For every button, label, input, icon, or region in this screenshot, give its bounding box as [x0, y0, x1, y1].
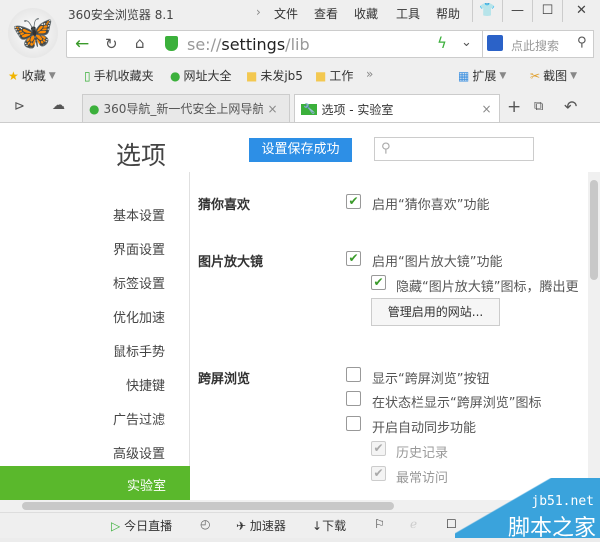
bookmark-folder-jb5[interactable]: ■ 未发jb5: [246, 67, 303, 84]
tab-360-nav[interactable]: ● 360导航_新一代安全上网导航 ×: [82, 94, 290, 122]
phone-icon: ▯: [84, 68, 91, 83]
minimize-button[interactable]: —: [502, 0, 532, 22]
section-cross-screen-title: 跨屏浏览: [198, 372, 251, 387]
sync-history-checkbox: ✔: [371, 441, 386, 456]
play-icon: ▷: [111, 519, 121, 533]
sidebar-item-optimize[interactable]: 优化加速: [113, 307, 165, 326]
section-guess-title: 猜你喜欢: [198, 198, 251, 213]
skin-icon[interactable]: 👕: [472, 0, 502, 22]
nav360-icon: ●: [89, 101, 100, 116]
bookmark-favorites[interactable]: ★ 收藏 ▼: [8, 67, 56, 84]
page-title: 选项: [116, 141, 167, 170]
cloud-icon[interactable]: ☁: [52, 98, 65, 113]
magnifier-enable-checkbox[interactable]: ✔: [346, 251, 361, 266]
sidebar-item-mouse-gestures[interactable]: 鼠标手势: [113, 341, 165, 360]
maximize-button[interactable]: ☐: [532, 0, 562, 22]
baidu-icon[interactable]: [487, 35, 503, 51]
guess-enable-checkbox[interactable]: ✔: [346, 194, 361, 209]
download-icon: ↓: [312, 519, 323, 533]
screenshot-button[interactable]: ✂ 截图 ▼: [530, 67, 577, 84]
sync-most-visited-label: 最常访问: [396, 471, 449, 486]
watermark: jb51.net 脚本之家: [455, 478, 600, 541]
sidebar-item-basic[interactable]: 基本设置: [113, 205, 165, 224]
back-icon[interactable]: ←: [75, 34, 89, 54]
magnifier-enable-label: 启用“图片放大镜”功能: [372, 255, 503, 270]
undo-close-icon[interactable]: ↶: [564, 97, 577, 116]
sidebar-item-interface[interactable]: 界面设置: [113, 239, 165, 258]
bookmarks-more[interactable]: »: [366, 67, 373, 81]
extensions-button[interactable]: ▦ 扩展 ▼: [458, 67, 506, 84]
sync-most-visited-checkbox: ✔: [371, 466, 386, 481]
menu-favorites[interactable]: 收藏: [354, 5, 378, 22]
browser-logo: 🦋: [8, 8, 58, 58]
cross-statusbar-label: 在状态栏显示“跨屏浏览”图标: [372, 396, 542, 411]
save-status-button[interactable]: 设置保存成功: [249, 138, 352, 162]
tab-settings-lab[interactable]: 🔧 选项 - 实验室 ×: [294, 94, 500, 123]
star-icon: ★: [8, 68, 19, 83]
scrollbar-thumb[interactable]: [22, 502, 394, 510]
tab-close-icon[interactable]: ×: [481, 102, 491, 116]
menu-expand-icon[interactable]: ›: [256, 5, 261, 19]
magnifier-hide-icon-label: 隐藏“图片放大镜”图标，腾出更: [396, 280, 579, 295]
cross-show-button-checkbox[interactable]: [346, 367, 361, 382]
search-icon: ⚲: [381, 141, 391, 156]
settings-search-input[interactable]: ⚲: [374, 137, 534, 161]
folder-icon: ■: [315, 68, 327, 83]
rocket-icon: ✈: [236, 519, 247, 533]
search-placeholder: 点此搜索: [511, 39, 560, 53]
sidebar-item-tabs[interactable]: 标签设置: [113, 273, 165, 292]
cross-statusbar-checkbox[interactable]: [346, 391, 361, 406]
sync-history-label: 历史记录: [396, 446, 449, 461]
manage-sites-button[interactable]: 管理启用的网站...: [371, 298, 500, 326]
bookmark-folder-work[interactable]: ■ 工作: [315, 67, 353, 84]
magnifier-hide-icon-checkbox[interactable]: ✔: [371, 275, 386, 290]
menu-file[interactable]: 文件: [274, 5, 298, 22]
speed-mode-icon[interactable]: ϟ: [437, 34, 447, 52]
security-shield-icon: [165, 36, 178, 51]
nav360-icon: ●: [170, 68, 181, 83]
sidebar-item-advanced[interactable]: 高级设置: [113, 443, 165, 462]
close-button[interactable]: ✕: [562, 0, 600, 22]
vertical-scrollbar[interactable]: [588, 172, 600, 500]
home-icon[interactable]: ⌂: [135, 34, 145, 52]
flag-icon[interactable]: ⚐: [374, 517, 385, 531]
auto-sync-checkbox[interactable]: [346, 416, 361, 431]
sidebar-item-adblock[interactable]: 广告过滤: [113, 409, 165, 428]
sidebar-item-shortcuts[interactable]: 快捷键: [126, 375, 165, 394]
sidebar-toggle-icon[interactable]: ⊳: [14, 99, 25, 114]
ie-icon[interactable]: ℯ: [410, 517, 417, 531]
auto-sync-label: 开启自动同步功能: [372, 421, 477, 436]
live-button[interactable]: ▷ 今日直播: [111, 517, 172, 534]
url-text[interactable]: se://settings/lib: [187, 35, 310, 54]
menu-view[interactable]: 查看: [314, 5, 338, 22]
scrollbar-thumb[interactable]: [590, 180, 598, 280]
dropdown-icon[interactable]: ⌄: [461, 35, 472, 50]
tab-list-icon[interactable]: ⧉: [534, 99, 543, 114]
folder-icon: ■: [246, 68, 258, 83]
cross-show-button-label: 显示“跨屏浏览”按钮: [372, 372, 490, 387]
section-magnifier-title: 图片放大镜: [198, 255, 264, 270]
search-icon[interactable]: ⚲: [577, 35, 587, 50]
scissors-icon: ✂: [530, 68, 541, 83]
download-button[interactable]: ↓下载: [312, 517, 346, 534]
sidebar-item-lab[interactable]: 实验室: [0, 466, 190, 500]
bookmark-navigation[interactable]: ● 网址大全: [170, 67, 232, 84]
extensions-icon: ▦: [458, 68, 470, 83]
menu-tools[interactable]: 工具: [396, 5, 420, 22]
speed-icon[interactable]: ◴: [200, 517, 210, 531]
tab-close-icon[interactable]: ×: [267, 102, 277, 116]
address-bar[interactable]: ← ↻ ⌂ se://settings/lib ϟ ⌄: [66, 30, 514, 58]
accelerator-button[interactable]: ✈ 加速器: [236, 517, 286, 534]
settings-sidebar: 基本设置 界面设置 标签设置 优化加速 鼠标手势 快捷键 广告过滤 高级设置 实…: [0, 172, 190, 500]
guess-enable-label: 启用“猜你喜欢”功能: [372, 198, 490, 213]
app-title: 360安全浏览器 8.1: [68, 8, 174, 22]
search-box[interactable]: 点此搜索 ⚲: [482, 30, 594, 58]
menu-help[interactable]: 帮助: [436, 5, 460, 22]
bookmark-mobile[interactable]: ▯ 手机收藏夹: [84, 67, 154, 84]
reload-icon[interactable]: ↻: [105, 35, 118, 53]
new-tab-icon[interactable]: +: [507, 97, 521, 117]
wrench-icon: 🔧: [301, 103, 318, 115]
